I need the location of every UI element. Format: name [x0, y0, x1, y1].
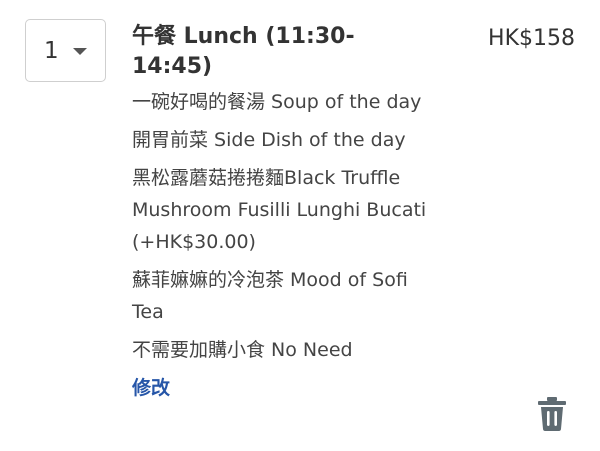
- chevron-down-icon: [73, 48, 87, 55]
- trash-icon: [538, 397, 566, 431]
- item-details: 午餐 Lunch (11:30-14:45) 一碗好喝的餐湯 Soup of t…: [132, 22, 432, 402]
- item-price: HK$158: [488, 26, 575, 51]
- edit-link[interactable]: 修改: [132, 374, 170, 402]
- quantity-value: 1: [44, 38, 59, 64]
- item-title: 午餐 Lunch (11:30-14:45): [132, 24, 355, 79]
- option-soup: 一碗好喝的餐湯 Soup of the day: [132, 91, 422, 113]
- quantity-select[interactable]: 1: [25, 19, 106, 82]
- cart-item: 1 午餐 Lunch (11:30-14:45) 一碗好喝的餐湯 Soup of…: [0, 0, 600, 451]
- option-main-course: 黑松露蘑菇捲捲麵Black Truffle Mushroom Fusilli L…: [132, 167, 427, 253]
- option-side-dish: 開胃前菜 Side Dish of the day: [132, 129, 406, 151]
- option-drink: 蘇菲嫲嫲的冷泡茶 Mood of Sofi Tea: [132, 269, 408, 323]
- option-snack: 不需要加購小食 No Need: [132, 339, 353, 361]
- delete-button[interactable]: [536, 396, 568, 432]
- option-list: 一碗好喝的餐湯 Soup of the day 開胃前菜 Side Dish o…: [132, 86, 432, 366]
